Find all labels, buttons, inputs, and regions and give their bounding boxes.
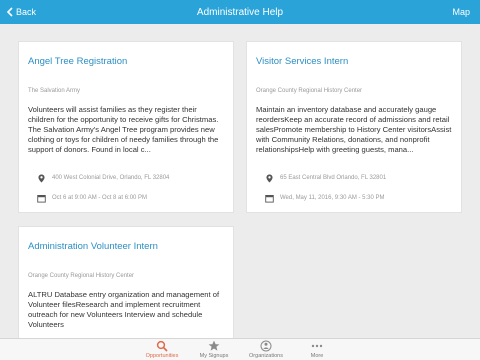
- card-description: ALTRU Database entry organization and ma…: [28, 290, 220, 329]
- search-icon: [156, 339, 168, 352]
- star-icon: [208, 339, 220, 352]
- page-title: Administrative Help: [196, 6, 284, 18]
- organizations-icon: [260, 339, 272, 352]
- location-pin-icon: [264, 173, 274, 183]
- navigation-bar: Back Administrative Help Map: [0, 0, 480, 24]
- tab-organizations[interactable]: Organizations: [239, 339, 293, 360]
- card-date-row: Oct 6 at 9:00 AM - Oct 8 at 6:00 PM: [36, 193, 147, 203]
- card-organization: The Salvation Army: [28, 88, 81, 94]
- calendar-icon: [264, 193, 274, 203]
- card-description: Volunteers will assist families as they …: [28, 105, 219, 154]
- calendar-icon: [36, 193, 46, 203]
- tab-opportunities[interactable]: Opportunities: [135, 339, 189, 360]
- back-button[interactable]: Back: [6, 0, 36, 24]
- card-organization: Orange County Regional History Center: [28, 273, 135, 279]
- map-button[interactable]: Map: [452, 0, 470, 24]
- card-date: Oct 6 at 9:00 AM - Oct 8 at 6:00 PM: [52, 195, 148, 201]
- card-address-row: 400 West Colonial Drive, Orlando, FL 328…: [36, 173, 169, 183]
- location-pin-icon: [36, 173, 46, 183]
- card-title: Visitor Services Intern: [256, 56, 349, 67]
- card-title: Administration Volunteer Intern: [28, 241, 158, 252]
- tab-more[interactable]: More: [290, 339, 344, 360]
- tab-label: Organizations: [249, 353, 283, 359]
- back-label: Back: [16, 7, 37, 17]
- card-date-row: Wed, May 11, 2016, 9:30 AM - 5:30 PM: [264, 193, 385, 203]
- more-icon: [310, 339, 324, 352]
- opportunity-card[interactable]: Visitor Services Intern Orange County Re…: [246, 41, 462, 213]
- tab-my-signups[interactable]: My Signups: [187, 339, 241, 360]
- tab-label: Opportunities: [145, 353, 179, 359]
- card-address: 400 West Colonial Drive, Orlando, FL 328…: [52, 175, 170, 181]
- opportunity-list: Angel Tree Registration The Salvation Ar…: [0, 24, 480, 338]
- card-address: 65 East Central Blvd Orlando, FL 32801: [280, 175, 387, 181]
- card-organization: Orange County Regional History Center: [256, 88, 363, 94]
- chevron-left-icon: [6, 7, 13, 17]
- card-title: Angel Tree Registration: [28, 56, 128, 67]
- card-address-row: 65 East Central Blvd Orlando, FL 32801: [264, 173, 386, 183]
- card-description: Maintain an inventory database and accur…: [256, 105, 452, 154]
- tab-label: More: [310, 353, 324, 359]
- card-date: Wed, May 11, 2016, 9:30 AM - 5:30 PM: [280, 195, 385, 201]
- opportunity-card[interactable]: Administration Volunteer Intern Orange C…: [18, 226, 234, 338]
- tab-bar: Opportunities My Signups Organizations M…: [0, 338, 480, 360]
- tab-label: My Signups: [199, 353, 229, 359]
- opportunity-card[interactable]: Angel Tree Registration The Salvation Ar…: [18, 41, 234, 213]
